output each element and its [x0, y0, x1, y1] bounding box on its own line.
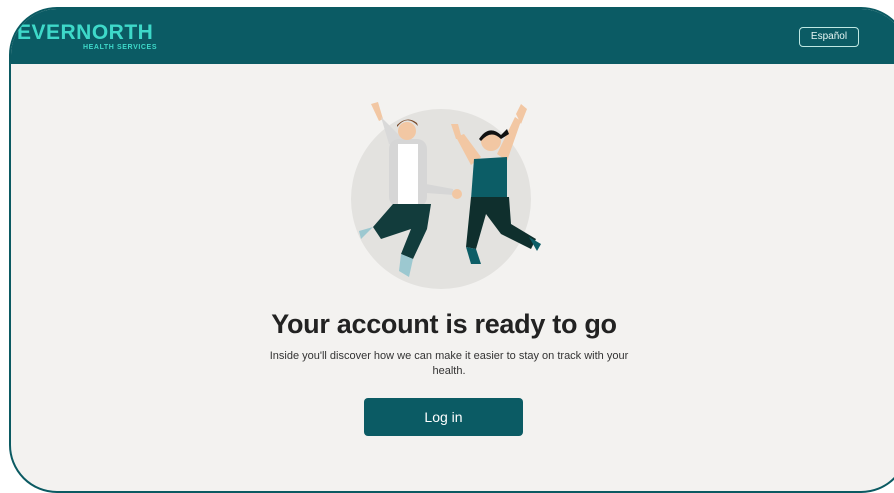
page-title: Your account is ready to go: [271, 309, 617, 339]
login-button[interactable]: Log in: [364, 398, 523, 436]
two-people-jumping-illustration: [351, 102, 541, 289]
page-subtitle: Inside you'll discover how we can make i…: [269, 350, 629, 377]
language-toggle-button[interactable]: Español: [799, 27, 859, 47]
brand-logo-subtext: HEALTH SERVICES: [83, 44, 158, 51]
header-bar: EVERNORTH HEALTH SERVICES Español: [11, 9, 894, 64]
brand-logo: EVERNORTH: [17, 21, 154, 44]
app-frame: EVERNORTH HEALTH SERVICES Español Your a…: [9, 7, 894, 493]
